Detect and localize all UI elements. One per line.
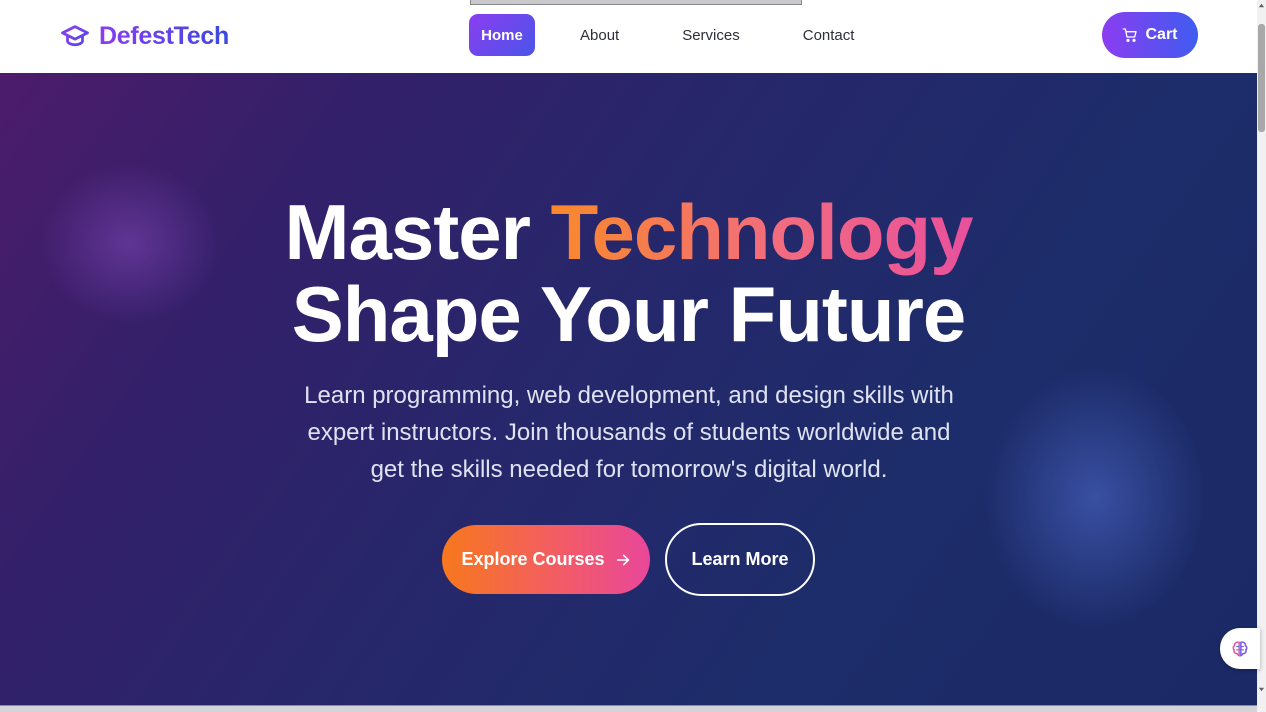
navbar: DefestTech Home About Services Contact C… — [0, 0, 1257, 73]
nav-contact[interactable]: Contact — [788, 14, 870, 56]
nav-about[interactable]: About — [565, 14, 634, 56]
vertical-scrollbar[interactable] — [1257, 0, 1266, 712]
hero-subtitle: Learn programming, web development, and … — [304, 382, 954, 483]
hero-title-line1: Master Technology — [0, 190, 1257, 274]
brand-name: DefestTech — [99, 21, 229, 50]
assistant-widget[interactable] — [1220, 628, 1260, 669]
hero-title-line2: Shape Your Future — [291, 270, 967, 358]
nav-home[interactable]: Home — [469, 14, 535, 56]
hero-title-prefix: Master — [284, 188, 530, 276]
explore-courses-label: Explore Courses — [461, 549, 605, 569]
browser-tab-sliver — [470, 0, 802, 5]
hero-title-accent: Technology — [550, 188, 974, 276]
shopping-cart-icon — [1123, 28, 1138, 42]
explore-courses-button[interactable]: Explore Courses — [442, 525, 650, 594]
main-nav: Home About Services Contact — [469, 14, 869, 56]
scrollbar-thumb[interactable] — [1258, 24, 1265, 132]
cart-label: Cart — [1145, 26, 1178, 43]
page: DefestTech Home About Services Contact C… — [0, 0, 1266, 712]
brain-icon — [1232, 640, 1248, 657]
learn-more-button[interactable]: Learn More — [665, 523, 815, 596]
hero-section: Master Technology Shape Your Future Lear… — [0, 73, 1257, 705]
cart-button[interactable]: Cart — [1102, 12, 1198, 58]
nav-services[interactable]: Services — [667, 14, 755, 56]
arrow-right-icon — [616, 554, 629, 565]
graduation-cap-icon — [61, 25, 89, 47]
scroll-up-icon[interactable] — [1258, 2, 1265, 9]
window-bottom-edge — [0, 705, 1266, 712]
scroll-down-icon[interactable] — [1258, 686, 1265, 693]
brand-logo[interactable]: DefestTech — [60, 21, 229, 51]
